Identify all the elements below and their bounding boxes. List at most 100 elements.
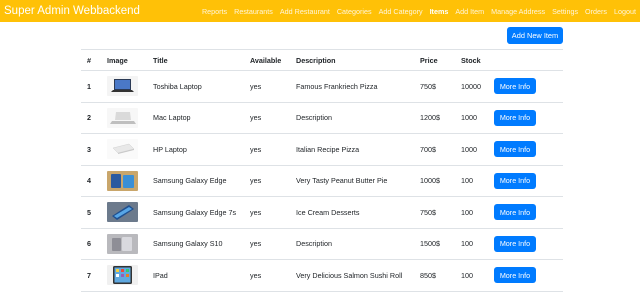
add-new-item-button[interactable]: Add New Item — [507, 27, 563, 44]
nav-add-restaurant[interactable]: Add Restaurant — [280, 7, 330, 16]
row-index: 5 — [81, 196, 101, 229]
top-navbar: Super Admin Webbackend Reports Restauran… — [0, 0, 640, 22]
row-action-cell: More Info — [488, 70, 563, 103]
nav-orders[interactable]: Orders — [585, 7, 607, 16]
row-index: 2 — [81, 102, 101, 134]
header-stock: Stock — [455, 49, 488, 71]
nav-links: Reports Restaurants Add Restaurant Categ… — [195, 7, 636, 16]
row-stock: 100 — [455, 196, 488, 229]
table-row: 7 IPad yes Very Delicious Salmon Sushi R… — [81, 259, 563, 292]
row-available: yes — [244, 133, 290, 166]
row-action-cell: More Info — [488, 259, 563, 292]
row-price: 700$ — [414, 133, 455, 166]
row-title: Samsung Galaxy Edge — [147, 165, 244, 197]
laptop-silver-image — [107, 107, 138, 128]
row-title: Samsung Galaxy S10 — [147, 228, 244, 260]
header-price: Price — [414, 49, 455, 71]
row-available: yes — [244, 70, 290, 103]
row-description: Famous Frankriech Pizza — [290, 70, 414, 103]
row-description: Very Tasty Peanut Butter Pie — [290, 165, 414, 197]
row-stock: 100 — [455, 259, 488, 292]
header-index: # — [81, 49, 101, 71]
more-info-button[interactable]: More Info — [494, 109, 536, 126]
header-available: Available — [244, 49, 290, 71]
table-row: 4 Samsung Galaxy Edge yes Very Tasty Pea… — [81, 165, 563, 197]
laptop-dark-image — [107, 76, 138, 97]
phones-desk-image — [107, 170, 138, 191]
row-image-cell — [101, 70, 147, 103]
row-available: yes — [244, 259, 290, 292]
more-info-button[interactable]: More Info — [494, 172, 536, 189]
row-description: Description — [290, 228, 414, 260]
row-stock: 100 — [455, 165, 488, 197]
row-image-cell — [101, 133, 147, 166]
nav-logout[interactable]: Logout — [614, 7, 636, 16]
row-image-cell — [101, 228, 147, 260]
table-header-row: # Image Title Available Description Pric… — [81, 49, 563, 71]
row-available: yes — [244, 228, 290, 260]
tablet-image — [107, 265, 138, 286]
row-action-cell: More Info — [488, 196, 563, 229]
more-info-button[interactable]: More Info — [494, 235, 536, 252]
row-description: Ice Cream Desserts — [290, 196, 414, 229]
row-action-cell: More Info — [488, 228, 563, 260]
row-title: HP Laptop — [147, 133, 244, 166]
header-image: Image — [101, 49, 147, 71]
row-price: 750$ — [414, 196, 455, 229]
row-image-cell — [101, 165, 147, 197]
row-action-cell: More Info — [488, 102, 563, 134]
more-info-button[interactable]: More Info — [494, 204, 536, 221]
brand-title[interactable]: Super Admin Webbackend — [4, 5, 140, 17]
row-title: IPad — [147, 259, 244, 292]
row-description: Very Delicious Salmon Sushi Roll — [290, 259, 414, 292]
row-description: Description — [290, 102, 414, 134]
table-row: 1 Toshiba Laptop yes Famous Frankriech P… — [81, 70, 563, 103]
row-index: 1 — [81, 70, 101, 103]
row-price: 1000$ — [414, 165, 455, 197]
nav-manage-address[interactable]: Manage Address — [491, 7, 545, 16]
row-action-cell: More Info — [488, 133, 563, 166]
more-info-button[interactable]: More Info — [494, 141, 536, 158]
nav-add-category[interactable]: Add Category — [379, 7, 423, 16]
row-available: yes — [244, 196, 290, 229]
more-info-button[interactable]: More Info — [494, 267, 536, 284]
row-title: Samsung Galaxy Edge 7s — [147, 196, 244, 229]
items-table: # Image Title Available Description Pric… — [81, 49, 563, 292]
nav-settings[interactable]: Settings — [552, 7, 578, 16]
header-actions — [488, 49, 563, 71]
row-stock: 10000 — [455, 70, 488, 103]
row-index: 6 — [81, 228, 101, 260]
phones-gray-image — [107, 233, 138, 254]
row-image-cell — [101, 196, 147, 229]
nav-items[interactable]: Items — [430, 7, 449, 16]
row-price: 1500$ — [414, 228, 455, 260]
nav-restaurants[interactable]: Restaurants — [234, 7, 273, 16]
row-price: 850$ — [414, 259, 455, 292]
row-image-cell — [101, 102, 147, 134]
header-description: Description — [290, 49, 414, 71]
laptop-white-image — [107, 139, 138, 160]
phone-blue-image — [107, 202, 138, 223]
row-index: 4 — [81, 165, 101, 197]
header-title: Title — [147, 49, 244, 71]
table-row: 6 Samsung Galaxy S10 yes Description 150… — [81, 228, 563, 260]
more-info-button[interactable]: More Info — [494, 78, 536, 95]
nav-categories[interactable]: Categories — [337, 7, 372, 16]
row-title: Mac Laptop — [147, 102, 244, 134]
row-stock: 100 — [455, 228, 488, 260]
row-available: yes — [244, 102, 290, 134]
row-price: 750$ — [414, 70, 455, 103]
row-index: 7 — [81, 259, 101, 292]
table-row: 2 Mac Laptop yes Description 1200$ 1000 … — [81, 102, 563, 134]
row-stock: 1000 — [455, 102, 488, 134]
row-available: yes — [244, 165, 290, 197]
nav-reports[interactable]: Reports — [202, 7, 227, 16]
row-description: Italian Recipe Pizza — [290, 133, 414, 166]
table-row: 5 Samsung Galaxy Edge 7s yes Ice Cream D… — [81, 196, 563, 229]
row-title: Toshiba Laptop — [147, 70, 244, 103]
row-action-cell: More Info — [488, 165, 563, 197]
nav-add-item[interactable]: Add Item — [455, 7, 484, 16]
row-stock: 1000 — [455, 133, 488, 166]
row-index: 3 — [81, 133, 101, 166]
row-price: 1200$ — [414, 102, 455, 134]
